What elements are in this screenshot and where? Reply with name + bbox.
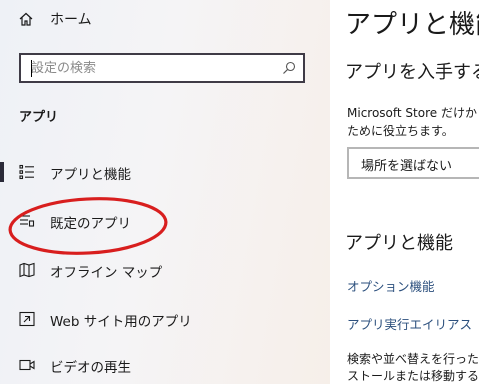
app-source-dropdown[interactable]: 場所を選ばない xyxy=(347,147,479,179)
sidebar-item-apps-features[interactable]: アプリと機能 xyxy=(0,152,330,192)
search-sort-description: 検索や並べ替えを行った ストールまたは移動する場 xyxy=(347,351,479,384)
get-apps-description: Microsoft Store だけか ために役立ちます。 xyxy=(347,104,477,140)
content-pane: アプリと機能 アプリを入手する Microsoft Store だけか ために役… xyxy=(330,0,479,384)
sidebar-item-label: アプリと機能 xyxy=(50,167,131,183)
section-title-apps: アプリ xyxy=(19,110,59,125)
search-icon[interactable] xyxy=(282,61,296,75)
sidebar-item-label: オフライン マップ xyxy=(50,265,163,281)
settings-search-box[interactable] xyxy=(19,53,305,83)
settings-window: ホーム アプリ アプリと機能 xyxy=(0,0,479,384)
description-line: ために役立ちます。 xyxy=(347,124,454,138)
get-apps-heading: アプリを入手する xyxy=(345,62,479,83)
home-nav-item[interactable]: ホーム xyxy=(18,9,92,29)
sidebar-item-label: ビデオの再生 xyxy=(50,360,131,376)
sidebar-item-offline-maps[interactable]: オフライン マップ xyxy=(0,250,330,290)
apps-for-websites-icon xyxy=(19,311,35,327)
sidebar-item-label: Web サイト用のアプリ xyxy=(50,314,192,330)
apps-features-icon xyxy=(19,164,34,180)
description-line: ストールまたは移動する場 xyxy=(347,369,479,383)
navigation-pane: ホーム アプリ アプリと機能 xyxy=(0,0,330,384)
apps-features-heading: アプリと機能 xyxy=(345,233,453,254)
page-title: アプリと機能 xyxy=(345,10,479,40)
home-label: ホーム xyxy=(50,12,92,28)
home-icon xyxy=(19,12,33,26)
description-line: 検索や並べ替えを行った xyxy=(347,352,479,366)
offline-maps-icon xyxy=(19,262,35,278)
sidebar-item-video-playback[interactable]: ビデオの再生 xyxy=(0,345,330,384)
video-playback-icon xyxy=(19,359,35,371)
optional-features-link[interactable]: オプション機能 xyxy=(347,276,435,295)
sidebar-item-default-apps[interactable]: 既定のアプリ xyxy=(0,201,330,241)
sidebar-item-label: 既定のアプリ xyxy=(50,216,131,232)
sidebar-item-apps-for-websites[interactable]: Web サイト用のアプリ xyxy=(0,299,330,339)
default-apps-icon xyxy=(20,215,35,227)
description-line: Microsoft Store だけか xyxy=(347,106,477,120)
app-execution-aliases-link[interactable]: アプリ実行エイリアス xyxy=(347,314,472,333)
dropdown-selected-value: 場所を選ばない xyxy=(361,159,453,174)
search-input[interactable] xyxy=(31,58,271,78)
